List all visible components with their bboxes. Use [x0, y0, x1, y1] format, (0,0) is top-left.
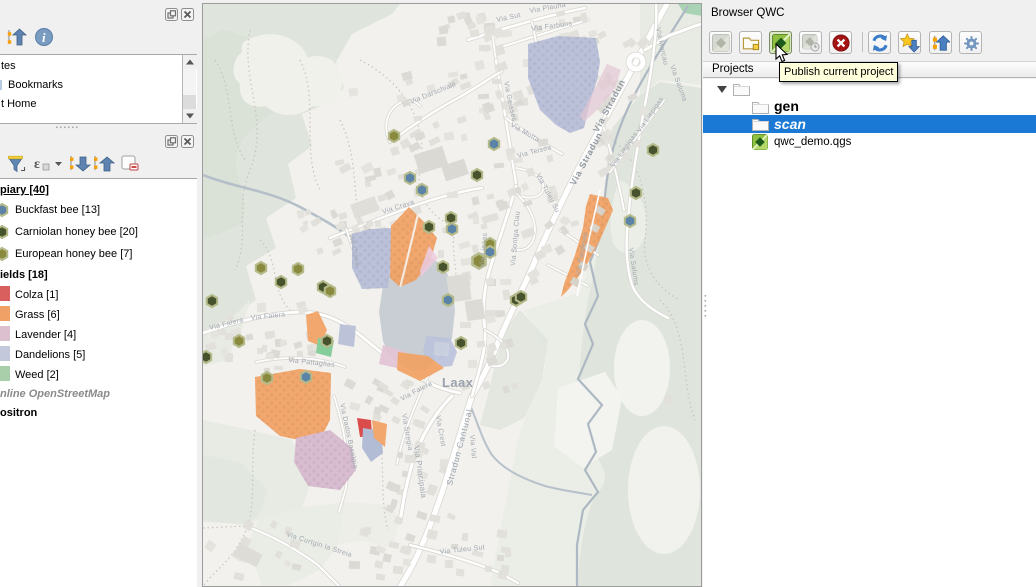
svg-text:ε: ε	[34, 157, 40, 172]
svg-text:i: i	[42, 30, 46, 45]
svg-text:Laax: Laax	[442, 375, 474, 390]
